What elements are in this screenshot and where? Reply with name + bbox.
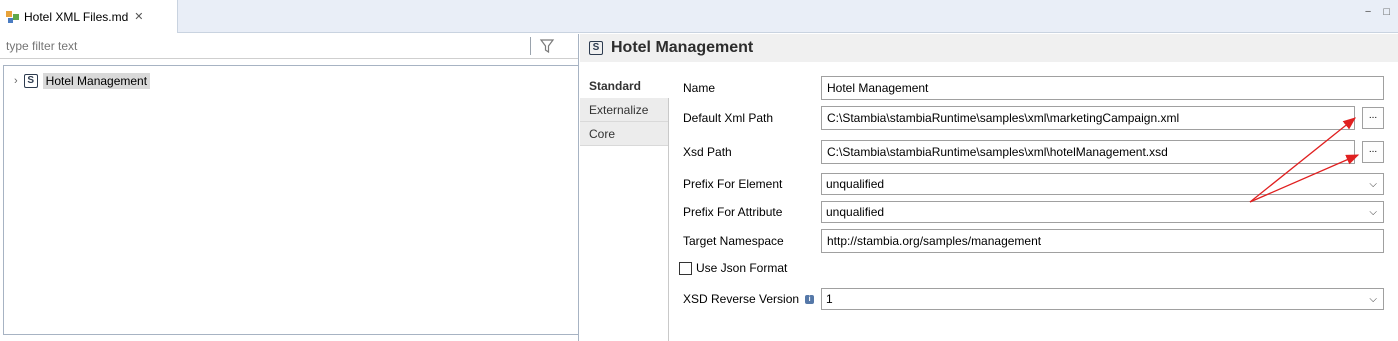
tab-standard[interactable]: Standard xyxy=(580,74,669,98)
prefix-element-label: Prefix For Element xyxy=(683,177,783,191)
prefix-attribute-row: Prefix For Attribute unqualified ⌵ xyxy=(683,200,1384,224)
properties-pane: S Hotel Management Standard Externalize … xyxy=(580,34,1398,341)
xsd-reverse-version-label: XSD Reverse Version i xyxy=(683,292,821,306)
chevron-down-icon: ⌵ xyxy=(1369,293,1377,305)
window-controls: − □ xyxy=(1365,6,1390,18)
name-row: Name Hotel Management xyxy=(683,76,1384,100)
prefix-element-select[interactable]: unqualified ⌵ xyxy=(821,173,1384,195)
prefix-element-row: Prefix For Element unqualified ⌵ xyxy=(683,172,1384,196)
schema-badge-icon: S xyxy=(23,74,38,88)
default-xml-path-label: Default Xml Path xyxy=(683,111,774,125)
tree-item-label: Hotel Management xyxy=(42,73,151,89)
tab-externalize[interactable]: Externalize xyxy=(580,98,668,122)
filter-bar xyxy=(0,34,578,59)
outline-pane: › S Hotel Management xyxy=(0,34,579,341)
target-namespace-row: Target Namespace http://stambia.org/samp… xyxy=(683,229,1384,253)
properties-header: S Hotel Management xyxy=(580,34,1398,62)
filter-separator xyxy=(530,37,531,55)
use-json-checkbox[interactable] xyxy=(679,261,692,275)
xsd-reverse-version-text: XSD Reverse Version xyxy=(683,292,800,306)
browse-xml-button[interactable]: ... xyxy=(1362,107,1384,129)
target-namespace-label: Target Namespace xyxy=(683,234,784,248)
tab-core[interactable]: Core xyxy=(580,122,668,146)
minimize-icon[interactable]: − xyxy=(1365,6,1371,18)
prefix-attribute-value: unqualified xyxy=(826,205,885,219)
expand-chevron-icon[interactable]: › xyxy=(14,75,18,87)
editor-tabbar: Hotel XML Files.md ✕ − □ xyxy=(0,0,1398,33)
default-xml-path-field[interactable]: C:\Stambia\stambiaRuntime\samples\xml\ma… xyxy=(821,106,1355,130)
funnel-icon[interactable] xyxy=(539,38,555,54)
xsd-path-field[interactable]: C:\Stambia\stambiaRuntime\samples\xml\ho… xyxy=(821,140,1355,164)
editor-tab-title: Hotel XML Files.md xyxy=(24,9,129,24)
property-tabs: Standard Externalize Core xyxy=(580,74,669,341)
xml-file-icon xyxy=(5,9,21,25)
page-title: Hotel Management xyxy=(611,39,754,56)
xsd-path-row: Xsd Path C:\Stambia\stambiaRuntime\sampl… xyxy=(683,140,1384,164)
use-json-label: Use Json Format xyxy=(696,261,788,275)
prefix-attribute-label: Prefix For Attribute xyxy=(683,205,783,219)
filter-input[interactable] xyxy=(0,35,530,57)
prefix-attribute-select[interactable]: unqualified ⌵ xyxy=(821,201,1384,223)
chevron-down-icon: ⌵ xyxy=(1369,206,1377,218)
name-field[interactable]: Hotel Management xyxy=(821,76,1384,100)
browse-xsd-button[interactable]: ... xyxy=(1362,141,1384,163)
schema-badge-icon: S xyxy=(589,41,603,55)
use-json-row: Use Json Format xyxy=(679,256,787,280)
xsd-reverse-version-value: 1 xyxy=(826,292,833,306)
xsd-path-label: Xsd Path xyxy=(683,145,732,159)
info-icon[interactable]: i xyxy=(805,294,815,304)
schema-tree: › S Hotel Management xyxy=(3,65,578,335)
target-namespace-field[interactable]: http://stambia.org/samples/management xyxy=(821,229,1384,253)
editor-tab[interactable]: Hotel XML Files.md ✕ xyxy=(0,0,178,33)
close-icon[interactable]: ✕ xyxy=(134,10,143,23)
maximize-icon[interactable]: □ xyxy=(1383,6,1390,18)
xsd-reverse-version-select[interactable]: 1 ⌵ xyxy=(821,288,1384,310)
prefix-element-value: unqualified xyxy=(826,177,885,191)
name-label: Name xyxy=(683,81,716,95)
default-xml-path-row: Default Xml Path C:\Stambia\stambiaRunti… xyxy=(683,106,1384,130)
tree-item[interactable]: › S Hotel Management xyxy=(14,72,151,90)
chevron-down-icon: ⌵ xyxy=(1369,178,1377,190)
xsd-reverse-version-row: XSD Reverse Version i 1 ⌵ xyxy=(683,287,1384,311)
